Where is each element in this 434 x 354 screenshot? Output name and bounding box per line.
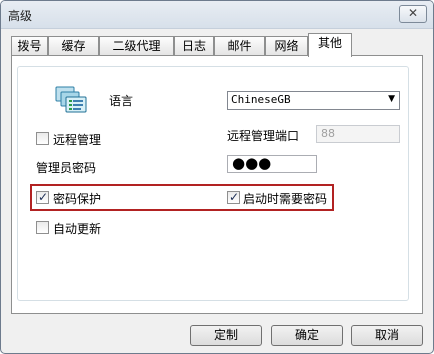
tab-log[interactable]: 日志 [174, 36, 214, 56]
language-stack-icon [54, 85, 90, 115]
tab-label: 邮件 [227, 39, 252, 53]
checkmark-icon: ✓ [229, 190, 240, 204]
title-bar[interactable]: 高级 ✕ [1, 1, 433, 29]
language-select-value: ChineseGB [231, 93, 291, 106]
admin-password-mask: ●●● [232, 154, 272, 172]
advanced-dialog: 高级 ✕ 拨号 缓存 二级代理 日志 邮件 网络 其他 语言 ChineseGB… [0, 0, 434, 354]
cancel-button-label: 取消 [374, 328, 399, 342]
language-select[interactable]: ChineseGB ▼ [227, 91, 400, 110]
close-button[interactable]: ✕ [399, 5, 427, 23]
ok-button-label: 确定 [294, 328, 319, 342]
tab-network[interactable]: 网络 [265, 36, 308, 56]
startup-password-label: 启动时需要密码 [243, 192, 328, 206]
window-title: 高级 [8, 9, 33, 23]
admin-password-label: 管理员密码 [36, 161, 97, 175]
tab-label: 日志 [181, 39, 206, 53]
checkmark-icon: ✓ [38, 190, 49, 204]
tab-label: 二级代理 [112, 39, 161, 53]
remote-port-label: 远程管理端口 [227, 129, 300, 143]
customize-button-label: 定制 [213, 328, 238, 342]
tab-dial[interactable]: 拨号 [11, 36, 48, 56]
cancel-button[interactable]: 取消 [351, 325, 423, 346]
remote-port-input[interactable]: 88 [316, 125, 400, 143]
password-protect-label: 密码保护 [53, 192, 102, 206]
tab-secondary-proxy[interactable]: 二级代理 [99, 36, 174, 56]
tab-mail[interactable]: 邮件 [214, 36, 265, 56]
tab-label: 网络 [274, 39, 299, 53]
tab-label: 拨号 [17, 39, 42, 53]
language-label: 语言 [109, 94, 134, 108]
customize-button[interactable]: 定制 [190, 325, 262, 346]
admin-password-field[interactable]: ●●● [227, 154, 317, 173]
tab-other[interactable]: 其他 [308, 33, 352, 57]
tab-cache[interactable]: 缓存 [48, 36, 99, 56]
close-icon: ✕ [407, 6, 419, 20]
auto-update-label: 自动更新 [53, 222, 102, 236]
password-protect-checkbox[interactable]: ✓ [36, 190, 49, 204]
remote-port-value: 88 [321, 127, 335, 140]
remote-manage-label: 远程管理 [53, 133, 102, 147]
auto-update-checkbox[interactable] [36, 221, 49, 234]
ok-button[interactable]: 确定 [271, 325, 343, 346]
tab-label: 其他 [317, 36, 342, 50]
tab-label: 缓存 [61, 39, 86, 53]
startup-password-checkbox[interactable]: ✓ [227, 190, 240, 204]
chevron-down-icon: ▼ [388, 94, 395, 104]
remote-manage-checkbox[interactable] [36, 132, 49, 145]
